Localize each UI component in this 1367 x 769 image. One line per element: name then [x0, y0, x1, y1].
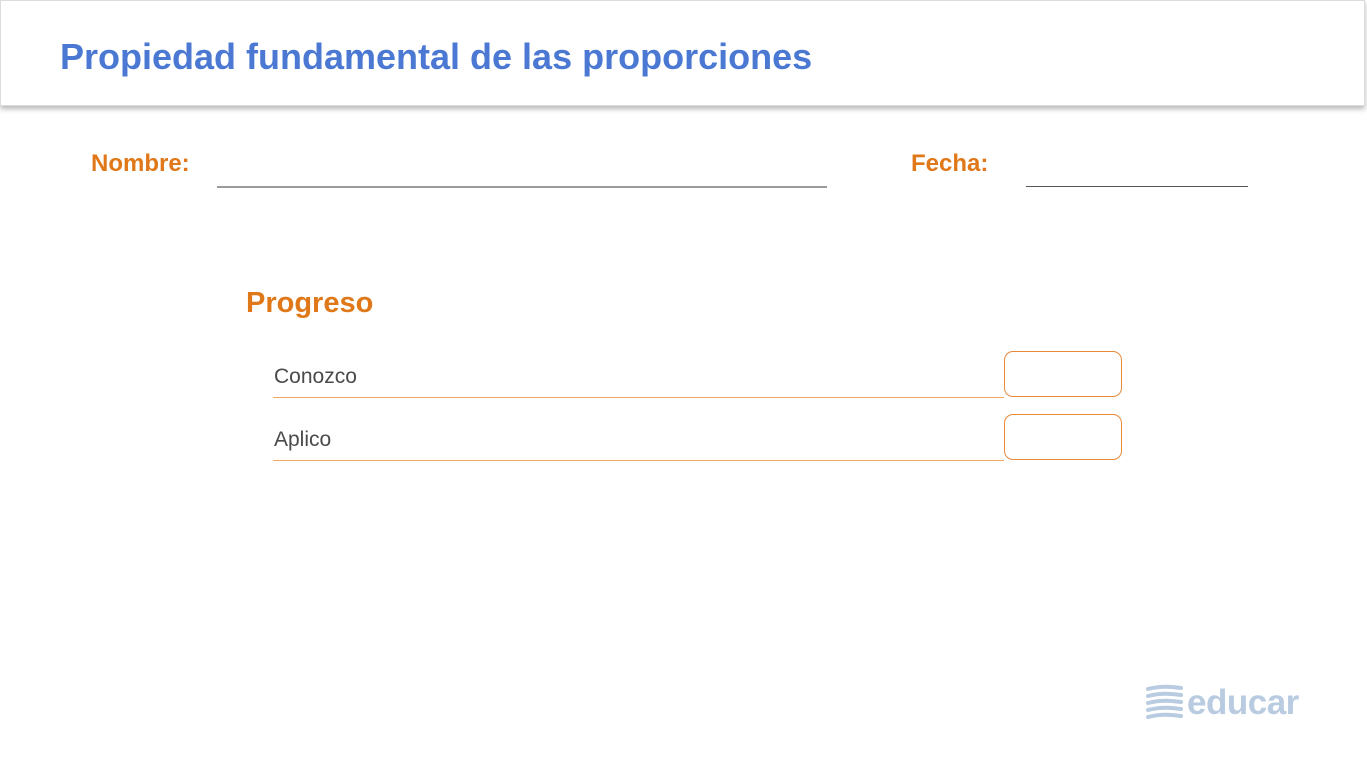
educar-logo-text: educar	[1187, 683, 1299, 722]
progress-item-line-conozco	[273, 397, 1004, 398]
progress-box-conozco[interactable]	[1004, 351, 1122, 397]
name-field-line[interactable]	[217, 186, 827, 188]
date-field-line[interactable]	[1026, 186, 1248, 187]
educar-logo-icon	[1146, 684, 1183, 719]
educar-logo: educar	[1145, 681, 1305, 725]
progress-item-line-aplico	[273, 460, 1004, 461]
page-header: Propiedad fundamental de las proporcione…	[0, 0, 1365, 106]
progress-item-label-conozco: Conozco	[274, 365, 357, 388]
progress-box-aplico[interactable]	[1004, 414, 1122, 460]
date-label: Fecha:	[911, 150, 989, 177]
name-label: Nombre:	[91, 150, 190, 177]
page-title: Propiedad fundamental de las proporcione…	[60, 36, 813, 77]
progress-item-label-aplico: Aplico	[274, 428, 332, 451]
progress-title: Progreso	[246, 287, 374, 319]
